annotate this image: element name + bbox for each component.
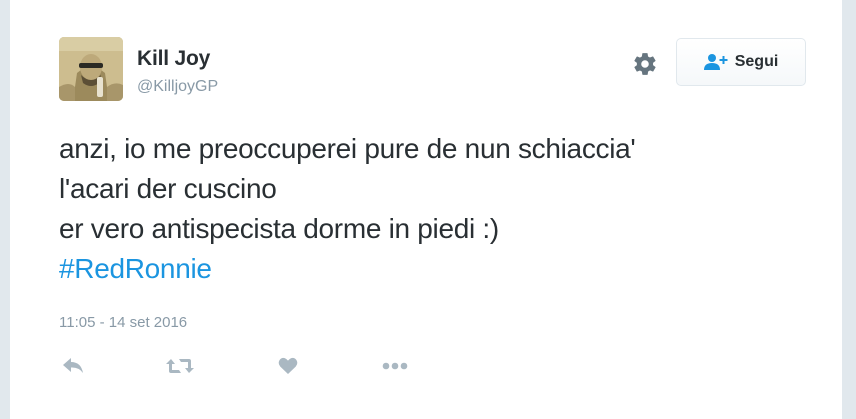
tweet-line: er vero antispecista dorme in piedi :) — [59, 213, 499, 244]
follow-button[interactable]: Segui — [676, 38, 806, 86]
tweet-line: anzi, io me preoccuperei pure de nun sch… — [59, 133, 636, 164]
follow-button-label: Segui — [734, 53, 779, 70]
follow-user-icon — [703, 54, 728, 70]
retweet-icon[interactable] — [166, 352, 194, 380]
tweet-card: Kill Joy @KilljoyGP Segui anzi, io me pr… — [10, 0, 842, 419]
like-icon[interactable] — [274, 352, 302, 380]
user-name[interactable]: Kill Joy — [137, 47, 210, 71]
avatar-image — [59, 37, 123, 101]
tweet-timestamp[interactable]: 11:05 - 14 set 2016 — [59, 314, 187, 331]
gear-icon[interactable] — [632, 51, 658, 77]
tweet-line: l'acari der cuscino — [59, 173, 277, 204]
hashtag-link[interactable]: #RedRonnie — [59, 249, 819, 289]
user-handle[interactable]: @KilljoyGP — [137, 78, 218, 96]
avatar[interactable] — [59, 37, 123, 101]
reply-icon[interactable] — [59, 352, 87, 380]
tweet-text: anzi, io me preoccuperei pure de nun sch… — [59, 129, 819, 289]
more-icon[interactable] — [381, 352, 409, 380]
